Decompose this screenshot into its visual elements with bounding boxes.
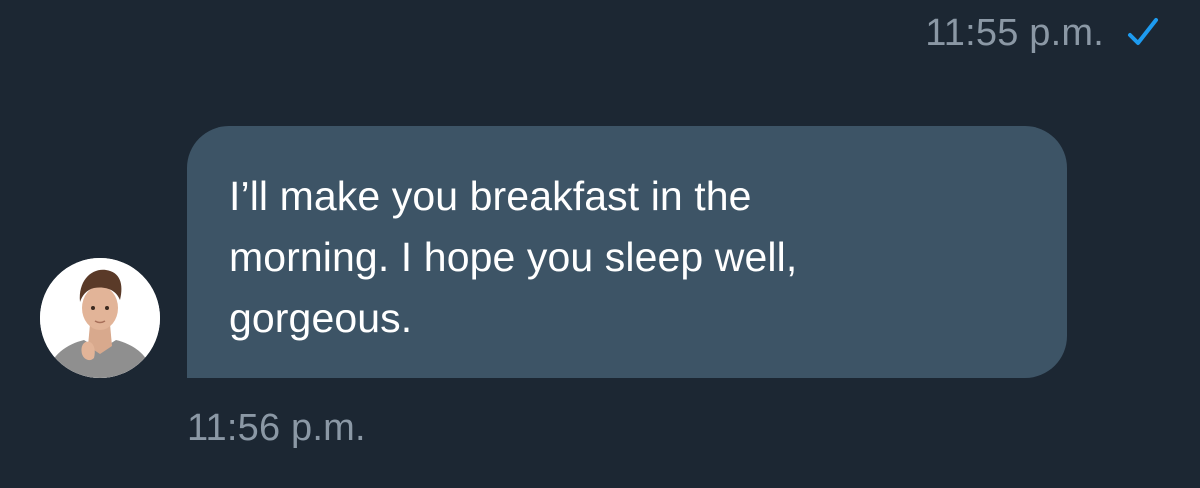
sent-timestamp: 11:55 p.m.: [925, 12, 1104, 54]
incoming-message-bubble[interactable]: I’ll make you breakfast in the morning. …: [187, 126, 1067, 378]
contact-avatar[interactable]: [40, 258, 160, 378]
dm-conversation: 11:55 p.m. I’ll make you breakfast in th…: [0, 0, 1200, 488]
received-timestamp: 11:56 p.m.: [187, 407, 366, 449]
checkmark-icon: [1126, 16, 1160, 50]
message-text: I’ll make you breakfast in the morning. …: [229, 173, 798, 341]
sent-message-meta: 11:55 p.m.: [925, 10, 1160, 56]
